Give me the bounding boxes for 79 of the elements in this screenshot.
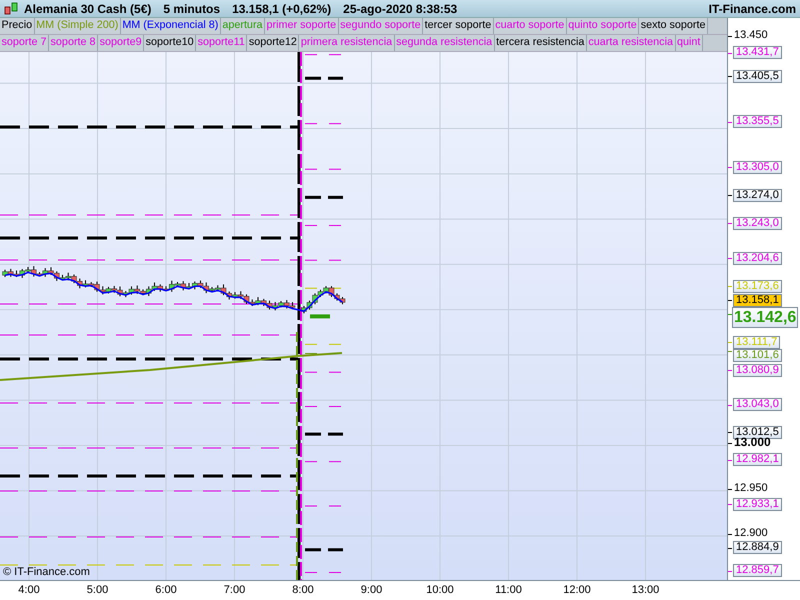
level-line [305,196,343,199]
legend-item[interactable]: soporte11 [196,34,248,51]
level-line [305,76,343,80]
legend-item[interactable]: MM (Exponencial 8) [120,18,221,34]
price-quote: 13.158,1 (+0,62%) [232,2,332,16]
level-line [304,344,344,345]
legend-item[interactable]: cuarta resistencia [586,34,676,51]
level-price-label: 12.859,7 [733,564,782,578]
legend-item[interactable]: MM (Simple 200) [34,18,121,34]
level-line [304,224,344,226]
interval-label: 5 minutos [163,2,220,16]
current-price-label: 13.142,6 [732,306,798,328]
legend-item[interactable]: sexto soporte [639,18,708,34]
level-price-label: 13.405,5 [733,70,782,83]
level-line [304,505,344,506]
level-price-label: 12.933,1 [733,498,782,511]
level-line [304,168,344,170]
level-price-label: 13.204,6 [733,252,782,265]
level-line [304,54,344,55]
time-tick-label: 7:00 [224,584,246,596]
legend-item[interactable]: cuarto soporte [494,18,567,34]
level-price-label: 13.111,7 [733,336,780,349]
time-tick-label: 9:00 [360,584,382,596]
legend-item[interactable]: soporte12 [247,34,300,51]
legend-item[interactable]: soporte 7 [0,34,50,51]
level-line [304,572,344,573]
level-price-label: 13.080,9 [733,364,782,377]
legend-item[interactable]: soporte 8 [49,34,98,51]
legend-item[interactable]: quinto soporte [566,18,640,34]
legend-item[interactable]: soporte10 [144,34,196,51]
time-tick-label: 4:00 [18,584,40,596]
legend-item[interactable]: tercer soporte [423,18,494,34]
level-line [304,352,344,354]
time-tick-label: 12:00 [563,584,591,596]
last-price-label: 13.158,1 [733,294,782,307]
time-tick-label: 6:00 [155,584,177,596]
level-line [305,432,343,436]
level-price-label: 13.043,0 [733,398,782,412]
legend-item[interactable]: segunda resistencia [394,34,495,51]
level-price-label: 13.431,7 [733,46,782,60]
time-tick-label: 11:00 [495,584,522,596]
level-price-label: 12.982,1 [733,453,782,466]
level-line [304,288,344,289]
time-tick-label: 8:00 [292,584,314,596]
legend-item[interactable]: Precio [0,18,35,34]
legend-item[interactable]: tercera resistencia [494,34,587,51]
opening-line [310,314,330,318]
date-time: 25-ago-2020 8:38:53 [343,2,458,16]
level-line [304,260,344,261]
price-tick-label: 13.000 [734,436,771,450]
level-line [304,372,344,373]
legend-item[interactable]: segundo soporte [338,18,424,34]
legend-item[interactable]: primera resistencia [299,34,395,51]
level-price-label: 13.101,6 [733,348,782,362]
instrument-title: Alemania 30 Cash (5€) [24,2,152,16]
level-price-label: 13.305,0 [733,160,782,174]
price-tick-label: 12.950 [734,482,768,495]
legend-item[interactable]: primer soporte [265,18,339,34]
level-price-label: 13.012,5 [733,426,782,439]
candlestick-icon [4,2,18,16]
time-tick-label: 13:00 [632,584,660,596]
level-line [304,461,344,462]
level-line [305,548,343,552]
level-price-label: 13.173,6 [733,280,782,293]
legend-item[interactable]: apertura [220,18,266,34]
level-price-label: 12.884,9 [733,541,782,554]
time-tick-label: 5:00 [86,584,108,596]
level-price-label: 13.243,0 [733,216,782,230]
level-price-label: 13.355,5 [733,115,782,128]
level-line [304,406,344,407]
price-tick-label: 12.900 [734,527,768,540]
price-tick-label: 13.450 [734,29,768,42]
legend-item[interactable]: quint [676,34,703,51]
level-price-label: 13.274,0 [733,188,782,202]
time-tick-label: 10:00 [426,584,454,596]
copyright-label: © IT-Finance.com [3,566,90,578]
level-line [304,122,344,124]
legend-item[interactable]: soporte9 [98,34,144,51]
site-brand: IT-Finance.com [708,2,796,16]
